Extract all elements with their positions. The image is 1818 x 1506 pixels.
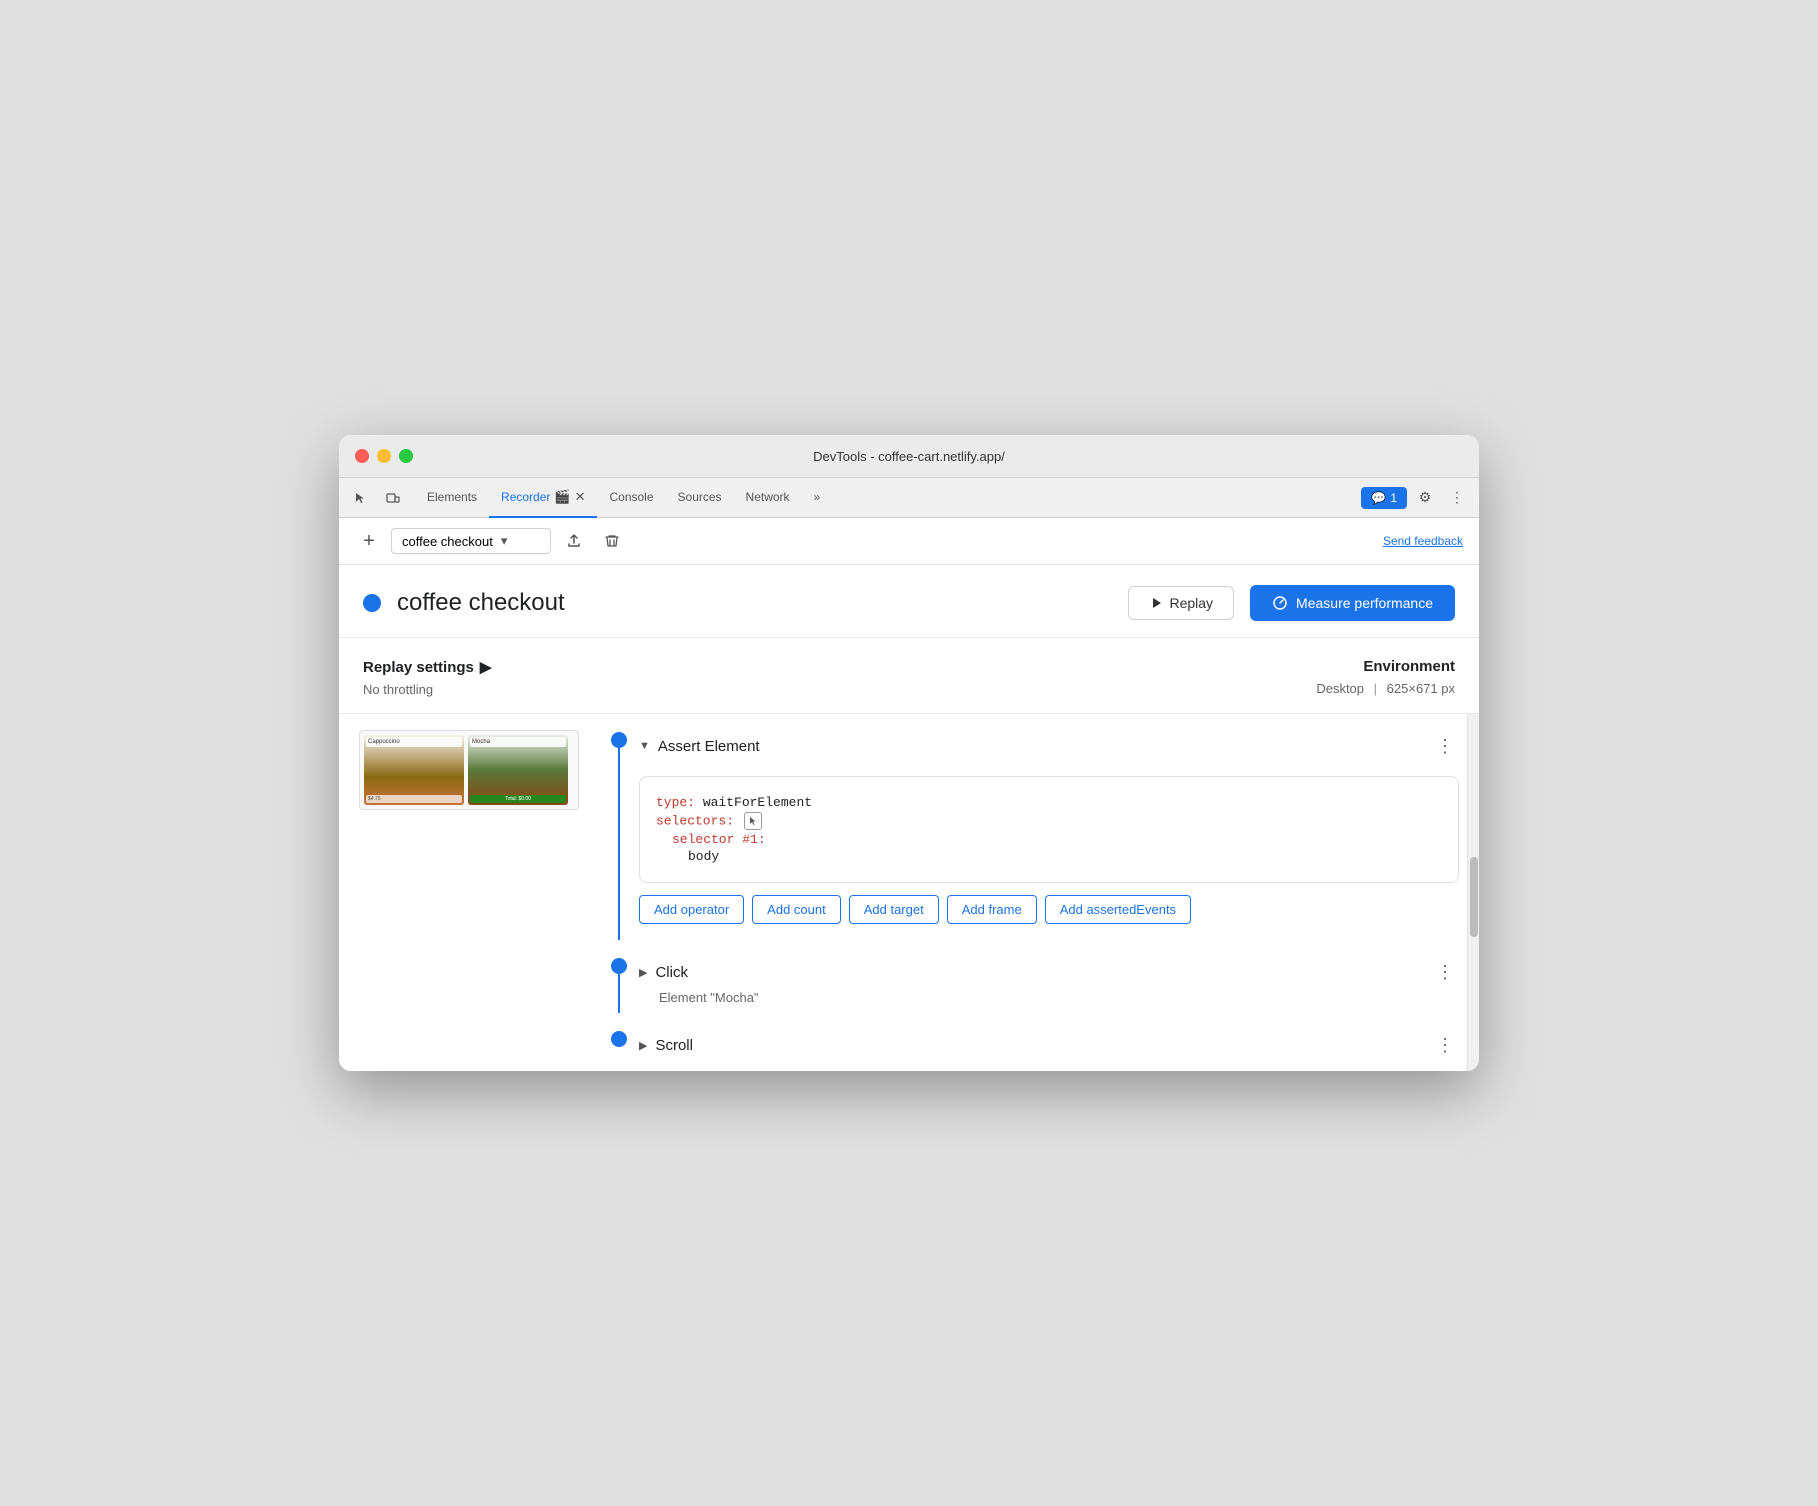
- more-menu-icon[interactable]: ⋮: [1443, 484, 1471, 512]
- tab-console[interactable]: Console: [597, 478, 665, 518]
- left-icons: [347, 484, 407, 512]
- step-3-menu-button[interactable]: ⋮: [1431, 1031, 1459, 1059]
- right-icons: 💬 1 ⚙ ⋮: [1361, 484, 1471, 512]
- tab-sources[interactable]: Sources: [666, 478, 734, 518]
- chat-icon: 💬: [1371, 491, 1386, 505]
- delete-button[interactable]: [597, 526, 627, 556]
- tab-more[interactable]: »: [802, 478, 833, 518]
- step-thumbnail-panel: Cappuccino $4.75 Mocha Total: $0.00: [339, 714, 599, 1071]
- title-bar: DevTools - coffee-cart.netlify.app/: [339, 435, 1479, 478]
- traffic-lights: [355, 449, 413, 463]
- step-2-name: Click: [655, 964, 688, 981]
- step-click: ▶ Click ⋮ Element "Mocha": [599, 940, 1459, 1013]
- recording-title: coffee checkout: [397, 589, 1112, 617]
- code-selector1-line: selector #1:: [656, 832, 1442, 847]
- device-toggle-icon[interactable]: [379, 484, 407, 512]
- timeline-dot-2: [611, 958, 627, 974]
- step-2-toggle[interactable]: ▶ Click: [639, 964, 688, 981]
- step-1-content: ▼ Assert Element ⋮ type: waitForElement: [639, 714, 1459, 940]
- timeline-dot-1: [611, 732, 627, 748]
- code-selectors-line: selectors:: [656, 812, 1442, 830]
- timeline-col-3: [599, 1013, 639, 1071]
- recorder-toolbar: + coffee checkout ▾ Send feedback: [339, 518, 1479, 565]
- throttling-value: No throttling: [363, 682, 1316, 697]
- timeline-steps: ▼ Assert Element ⋮ type: waitForElement: [599, 714, 1467, 1071]
- timeline-line-2: [618, 974, 620, 1013]
- step-scroll: ▶ Scroll ⋮: [599, 1013, 1459, 1071]
- step-3-name: Scroll: [655, 1037, 693, 1054]
- settings-row: Replay settings ▶ No throttling Environm…: [339, 638, 1479, 714]
- add-target-button[interactable]: Add target: [849, 895, 939, 924]
- step-assert-element: ▼ Assert Element ⋮ type: waitForElement: [599, 714, 1459, 940]
- dropdown-arrow-icon: ▾: [501, 533, 508, 549]
- replay-settings: Replay settings ▶ No throttling: [363, 658, 1316, 697]
- window-title: DevTools - coffee-cart.netlify.app/: [813, 449, 1005, 464]
- tab-elements[interactable]: Elements: [415, 478, 489, 518]
- step-2-subtitle: Element "Mocha": [639, 990, 1459, 1005]
- environment-label: Environment: [1316, 658, 1455, 675]
- code-body-line: body: [656, 849, 1442, 864]
- step-1-menu-button[interactable]: ⋮: [1431, 732, 1459, 760]
- step-3-content: ▶ Scroll ⋮: [639, 1013, 1459, 1071]
- steps-area: Cappuccino $4.75 Mocha Total: $0.00: [339, 714, 1479, 1071]
- cursor-icon[interactable]: [347, 484, 375, 512]
- devtools-window: DevTools - coffee-cart.netlify.app/ Elem…: [339, 435, 1479, 1071]
- step-1-toggle[interactable]: ▼ Assert Element: [639, 738, 760, 755]
- measure-performance-button[interactable]: Measure performance: [1250, 585, 1455, 621]
- main-content: coffee checkout Replay Measure performan…: [339, 565, 1479, 1071]
- environment-value: Desktop | 625×671 px: [1316, 681, 1455, 696]
- maximize-button[interactable]: [399, 449, 413, 463]
- add-count-button[interactable]: Add count: [752, 895, 841, 924]
- code-type-line: type: waitForElement: [656, 795, 1442, 810]
- timeline-col-1: [599, 714, 639, 940]
- step-1-code-block: type: waitForElement selectors: select: [639, 776, 1459, 883]
- step-1-header: ▼ Assert Element ⋮: [639, 722, 1459, 768]
- add-operator-button[interactable]: Add operator: [639, 895, 744, 924]
- scrollbar-track[interactable]: [1467, 714, 1479, 1071]
- tab-network[interactable]: Network: [734, 478, 802, 518]
- step-1-name: Assert Element: [658, 738, 760, 755]
- step-1-chevron-down: ▼: [639, 740, 650, 752]
- environment-info: Environment Desktop | 625×671 px: [1316, 658, 1455, 696]
- close-button[interactable]: [355, 449, 369, 463]
- step-2-content: ▶ Click ⋮ Element "Mocha": [639, 940, 1459, 1013]
- timeline-col-2: [599, 940, 639, 1013]
- tab-recorder[interactable]: Recorder 🎬 ✕: [489, 478, 597, 518]
- recording-header: coffee checkout Replay Measure performan…: [339, 565, 1479, 638]
- selector-cursor-icon: [744, 812, 762, 830]
- step-2-menu-button[interactable]: ⋮: [1431, 958, 1459, 986]
- feedback-badge-button[interactable]: 💬 1: [1361, 487, 1407, 509]
- scrollbar-thumb[interactable]: [1470, 857, 1478, 937]
- minimize-button[interactable]: [377, 449, 391, 463]
- step-3-toggle[interactable]: ▶ Scroll: [639, 1037, 693, 1054]
- step-3-chevron-right: ▶: [639, 1039, 647, 1052]
- add-asserted-events-button[interactable]: Add assertedEvents: [1045, 895, 1191, 924]
- step-2-header: ▶ Click ⋮: [639, 948, 1459, 990]
- step-2-chevron-right: ▶: [639, 966, 647, 979]
- step-1-action-buttons: Add operator Add count Add target Add fr…: [639, 895, 1459, 924]
- add-recording-button[interactable]: +: [355, 527, 383, 555]
- settings-icon[interactable]: ⚙: [1411, 484, 1439, 512]
- step-3-header: ▶ Scroll ⋮: [639, 1021, 1459, 1063]
- add-frame-button[interactable]: Add frame: [947, 895, 1037, 924]
- timeline-line-1: [618, 748, 620, 940]
- replay-settings-toggle[interactable]: Replay settings ▶: [363, 658, 1316, 676]
- recording-selector[interactable]: coffee checkout ▾: [391, 528, 551, 554]
- timeline-dot-3: [611, 1031, 627, 1047]
- export-button[interactable]: [559, 526, 589, 556]
- settings-arrow-icon: ▶: [480, 658, 492, 676]
- replay-button[interactable]: Replay: [1128, 586, 1234, 620]
- send-feedback-link[interactable]: Send feedback: [1383, 534, 1463, 548]
- recording-status-dot: [363, 594, 381, 612]
- devtools-tabs: Elements Recorder 🎬 ✕ Console Sources Ne…: [339, 478, 1479, 518]
